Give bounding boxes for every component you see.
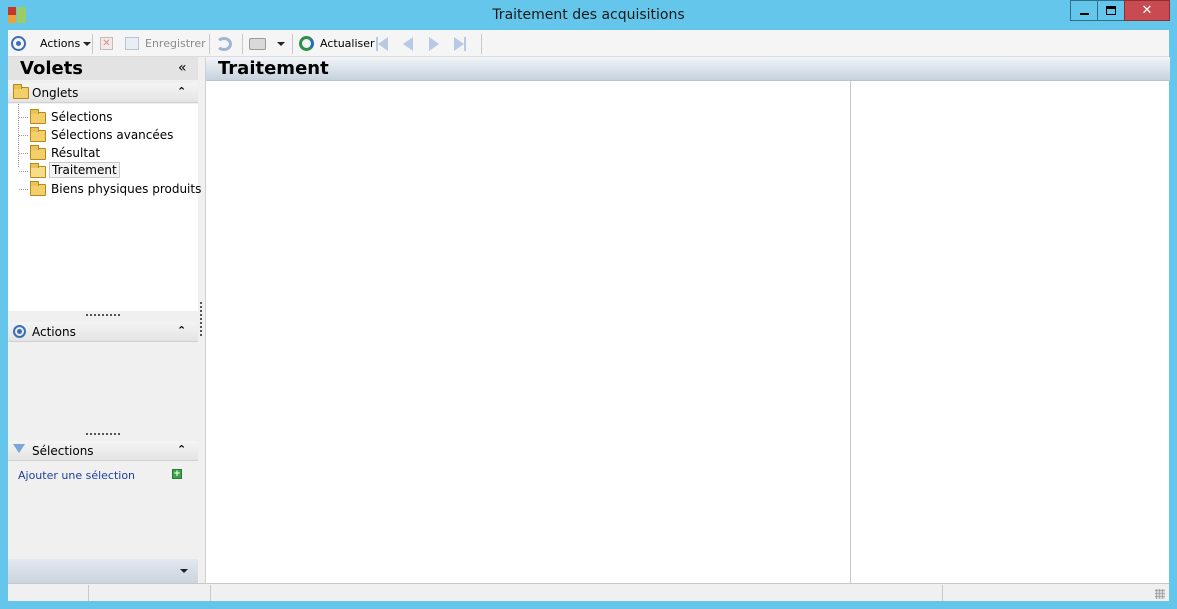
- status-bar: [8, 583, 1169, 601]
- actions-section-header[interactable]: Actions ⌃: [8, 322, 198, 342]
- actions-label: Actions: [40, 37, 81, 50]
- tabs-tree: Sélections Sélections avancées Résultat …: [8, 104, 202, 311]
- panes-sidebar: Volets « Onglets ⌃ Sélections Sélections…: [8, 57, 202, 583]
- tabs-section-label: Onglets: [32, 86, 79, 100]
- next-record-icon: [429, 36, 439, 51]
- tree-branch: [19, 171, 28, 172]
- open-folder-icon: [30, 163, 46, 178]
- content-divider[interactable]: [850, 81, 851, 583]
- refresh-icon: [299, 36, 314, 51]
- tree-item-advanced-selections[interactable]: Sélections avancées: [8, 126, 198, 144]
- status-cell: [8, 585, 89, 601]
- toolbar-separator: [481, 34, 482, 54]
- tree-item-label: Résultat: [51, 146, 101, 160]
- collapse-section-icon[interactable]: ⌃: [177, 85, 186, 98]
- previous-record-icon: [403, 36, 413, 51]
- close-icon: ✕: [1141, 3, 1153, 18]
- section-splitter[interactable]: [86, 433, 120, 435]
- selections-section-body: Ajouter une sélection +: [8, 462, 198, 559]
- section-splitter[interactable]: [86, 314, 120, 316]
- panes-overflow-bar[interactable]: [8, 559, 198, 583]
- minimize-icon: [1079, 13, 1089, 15]
- first-record-button[interactable]: [376, 30, 388, 57]
- tree-item-physical-goods[interactable]: Biens physiques produits: [8, 180, 202, 198]
- actions-icon: [13, 325, 26, 338]
- print-button[interactable]: [249, 30, 285, 57]
- actions-section-body: [8, 343, 198, 431]
- tree-branch: [19, 189, 28, 190]
- tree-item-label: Sélections avancées: [51, 128, 174, 142]
- panes-title: Volets: [20, 58, 84, 79]
- tree-item-label: Sélections: [51, 110, 113, 124]
- window-title: Traitement des acquisitions: [492, 7, 685, 23]
- maximize-icon: [1106, 6, 1116, 15]
- collapse-panes-icon[interactable]: «: [178, 60, 187, 76]
- toolbar: Actions ✕ Enregistrer Actualiser: [8, 30, 1169, 57]
- resize-grip-icon[interactable]: [1155, 589, 1165, 599]
- previous-record-button[interactable]: [403, 30, 413, 57]
- vertical-splitter[interactable]: [200, 302, 202, 336]
- last-record-icon: [464, 36, 466, 51]
- main-content: Traitement: [205, 57, 1170, 583]
- selections-section-label: Sélections: [32, 444, 94, 458]
- toolbar-separator: [92, 34, 93, 54]
- chevron-down-icon: [83, 41, 92, 46]
- content-header: Traitement: [206, 57, 1170, 81]
- print-icon: [249, 37, 266, 50]
- tree-branch: [19, 135, 28, 136]
- tree-item-selections[interactable]: Sélections: [8, 108, 198, 126]
- delete-button[interactable]: ✕: [100, 30, 113, 57]
- sync-icon: [216, 36, 232, 51]
- folder-icon: [30, 145, 46, 160]
- tree-branch: [19, 117, 28, 118]
- toolbar-separator: [292, 34, 293, 54]
- sync-button[interactable]: [216, 30, 232, 57]
- collapse-section-icon[interactable]: ⌃: [177, 324, 186, 337]
- toolbar-separator: [209, 34, 210, 54]
- last-record-arrow: [454, 36, 464, 51]
- save-button[interactable]: Enregistrer: [125, 30, 206, 57]
- window-client: Actions ✕ Enregistrer Actualiser Volets …: [8, 30, 1170, 601]
- toolbar-separator: [242, 34, 243, 54]
- status-cell: [211, 585, 943, 601]
- actions-section-label: Actions: [32, 325, 76, 339]
- tree-item-label: Traitement: [49, 162, 120, 178]
- first-record-arrow: [378, 36, 388, 51]
- folder-icon: [30, 127, 46, 142]
- save-label: Enregistrer: [145, 37, 206, 50]
- save-icon: [125, 37, 139, 50]
- close-button[interactable]: ✕: [1124, 0, 1170, 21]
- folder-icon: [13, 84, 29, 99]
- selections-section-header[interactable]: Sélections ⌃: [8, 441, 198, 461]
- application-window: Traitement des acquisitions ✕ Actions ✕ …: [0, 0, 1177, 609]
- tree-item-processing[interactable]: Traitement: [8, 162, 198, 180]
- panes-header: Volets «: [8, 57, 198, 80]
- tree-branch: [19, 153, 28, 154]
- folder-icon: [30, 109, 46, 124]
- tree-item-result[interactable]: Résultat: [8, 144, 198, 162]
- title-bar[interactable]: Traitement des acquisitions ✕: [0, 0, 1177, 30]
- minimize-button[interactable]: [1070, 0, 1098, 21]
- chevron-down-icon: [180, 569, 188, 573]
- folder-icon: [30, 181, 46, 196]
- add-selection-link[interactable]: Ajouter une sélection: [18, 469, 135, 482]
- next-record-button[interactable]: [429, 30, 439, 57]
- maximize-button[interactable]: [1097, 0, 1125, 21]
- filter-icon: [13, 444, 25, 453]
- last-record-button[interactable]: [454, 30, 466, 57]
- status-cell: [89, 585, 211, 601]
- collapse-section-icon[interactable]: ⌃: [177, 443, 186, 456]
- refresh-button[interactable]: Actualiser: [299, 30, 375, 57]
- delete-icon: ✕: [100, 37, 113, 50]
- refresh-label: Actualiser: [320, 37, 375, 50]
- actions-menu-button[interactable]: Actions: [11, 30, 92, 57]
- page-title: Traitement: [218, 58, 329, 79]
- tabs-section-header[interactable]: Onglets ⌃: [8, 83, 198, 103]
- tree-item-label: Biens physiques produits: [51, 182, 202, 196]
- chevron-down-icon: [277, 41, 285, 46]
- add-icon[interactable]: +: [172, 469, 182, 479]
- actions-icon: [11, 36, 26, 51]
